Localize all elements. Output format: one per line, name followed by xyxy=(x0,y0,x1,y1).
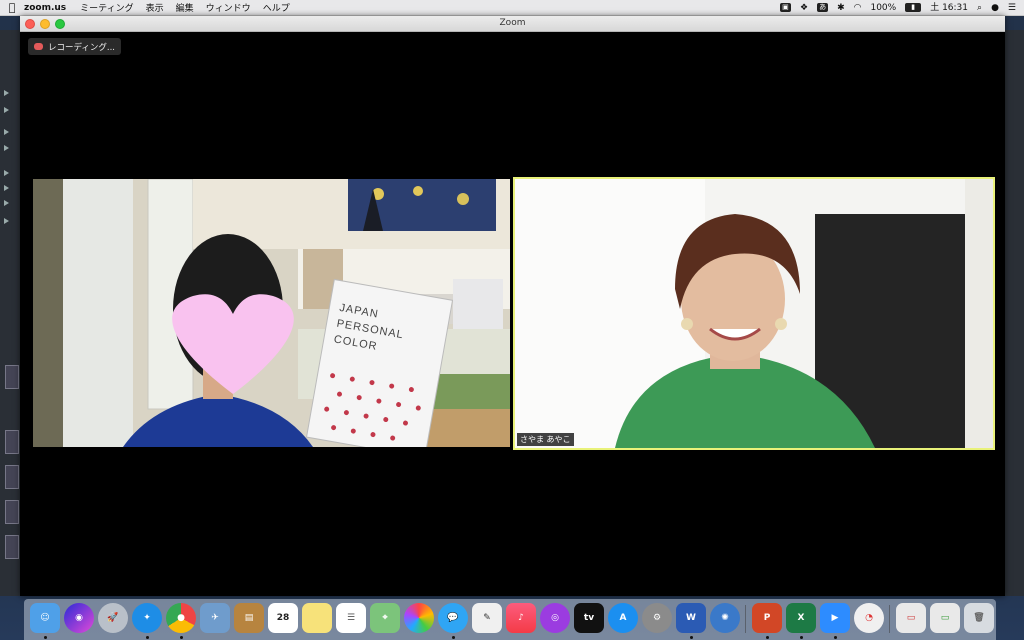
chrome-icon[interactable]: ● xyxy=(166,603,196,633)
participant-name-label: さやま あやこ xyxy=(517,433,574,446)
messages-icon[interactable]: 💬 xyxy=(438,603,468,633)
maps-icon[interactable]: ⌖ xyxy=(370,603,400,633)
dock: ☺ ◉ 🚀 ✦ ● ✈ ▤ 28 ☰ ⌖ 💬 ✎ ♪ ◎ tv A ⚙ W ✺ … xyxy=(24,599,996,640)
minimized-window-1[interactable]: ▭ xyxy=(896,603,926,633)
zoom-app-icon[interactable]: ▶ xyxy=(820,603,850,633)
thumbnail xyxy=(5,535,19,559)
calendar-icon[interactable]: 28 xyxy=(268,603,298,633)
menu-view[interactable]: 表示 xyxy=(146,1,164,14)
network-icon[interactable]: ✺ xyxy=(710,603,740,633)
participant-video-1[interactable]: JAPAN PERSONAL COLOR xyxy=(33,179,510,447)
dock-separator xyxy=(745,605,746,633)
excel-icon[interactable]: X xyxy=(786,603,816,633)
apple-tv-icon[interactable]: tv xyxy=(574,603,604,633)
participant-video-2[interactable]: さやま あやこ xyxy=(513,177,995,450)
disclosure-triangle-icon xyxy=(4,218,9,224)
safari-icon[interactable]: ✦ xyxy=(132,603,162,633)
thumbnail xyxy=(5,465,19,489)
notes-icon[interactable] xyxy=(302,603,332,633)
running-indicator xyxy=(452,636,455,639)
video-frame: JAPAN PERSONAL COLOR xyxy=(33,179,510,447)
activity-monitor-icon[interactable]: ◔ xyxy=(854,603,884,633)
user-avatar-icon[interactable]: ● xyxy=(991,2,999,14)
video-frame xyxy=(515,179,993,448)
calendar-date: 28 xyxy=(276,613,290,623)
background-app-left xyxy=(0,30,20,596)
battery-percent: 100% xyxy=(870,2,897,13)
running-indicator xyxy=(44,636,47,639)
preview-icon[interactable]: ✈ xyxy=(200,603,230,633)
trash-icon[interactable]: 🗑 xyxy=(964,603,994,633)
background-app-right xyxy=(1004,30,1024,596)
recording-label: レコーディング... xyxy=(48,42,116,53)
notebooks-icon[interactable]: ▤ xyxy=(234,603,264,633)
running-indicator xyxy=(834,636,837,639)
disclosure-triangle-icon xyxy=(4,170,9,176)
menu-bar:  zoom.us ミーティング 表示 編集 ウィンドウ ヘルプ ▣ ❖ あ ✱… xyxy=(0,0,1024,16)
spotlight-search-icon[interactable]: ⌕ xyxy=(977,2,982,14)
reminders-icon[interactable]: ☰ xyxy=(336,603,366,633)
textedit-icon[interactable]: ✎ xyxy=(472,603,502,633)
recording-indicator[interactable]: レコーディング... xyxy=(28,38,122,55)
launchpad-icon[interactable]: 🚀 xyxy=(98,603,128,633)
window-title: Zoom xyxy=(499,18,526,28)
app-store-icon[interactable]: A xyxy=(608,603,638,633)
menu-app-name[interactable]: zoom.us xyxy=(24,3,66,13)
running-indicator xyxy=(690,636,693,639)
running-indicator xyxy=(180,636,183,639)
disclosure-triangle-icon xyxy=(4,145,9,151)
dropbox-icon[interactable]: ❖ xyxy=(800,2,808,14)
finder-icon[interactable]: ☺ xyxy=(30,603,60,633)
dock-separator xyxy=(889,605,890,633)
thumbnail xyxy=(5,430,19,454)
running-indicator xyxy=(766,636,769,639)
notification-center-icon[interactable]: ☰ xyxy=(1008,2,1016,14)
running-indicator xyxy=(800,636,803,639)
disclosure-triangle-icon xyxy=(4,90,9,96)
disclosure-triangle-icon xyxy=(4,185,9,191)
running-indicator xyxy=(146,636,149,639)
clock[interactable]: 土 16:31 xyxy=(930,2,968,14)
zoom-window: Zoom レコーディング... JAPAN PERSONAL COLOR さやま… xyxy=(20,16,1005,596)
disclosure-triangle-icon xyxy=(4,129,9,135)
menu-help[interactable]: ヘルプ xyxy=(263,1,290,14)
system-preferences-icon[interactable]: ⚙ xyxy=(642,603,672,633)
menu-window[interactable]: ウィンドウ xyxy=(206,1,251,14)
photos-icon[interactable] xyxy=(404,603,434,633)
word-icon[interactable]: W xyxy=(676,603,706,633)
battery-icon[interactable]: ▮ xyxy=(905,3,922,12)
powerpoint-icon[interactable]: P xyxy=(752,603,782,633)
thumbnail xyxy=(5,365,19,389)
music-icon[interactable]: ♪ xyxy=(506,603,536,633)
thumbnail xyxy=(5,500,19,524)
apple-menu-icon[interactable]:  xyxy=(0,1,24,14)
disclosure-triangle-icon xyxy=(4,200,9,206)
menu-meeting[interactable]: ミーティング xyxy=(80,1,133,14)
zoom-status-icon[interactable]: ▣ xyxy=(779,3,791,12)
minimized-window-2[interactable]: ▭ xyxy=(930,603,960,633)
bluetooth-icon[interactable]: ✱ xyxy=(837,2,845,14)
menu-edit[interactable]: 編集 xyxy=(176,1,194,14)
disclosure-triangle-icon xyxy=(4,107,9,113)
wifi-icon[interactable]: ◠ xyxy=(854,2,862,14)
podcasts-icon[interactable]: ◎ xyxy=(540,603,570,633)
cloud-recording-icon xyxy=(34,43,43,50)
input-method-icon[interactable]: あ xyxy=(817,3,829,12)
siri-icon[interactable]: ◉ xyxy=(64,603,94,633)
title-bar: Zoom xyxy=(20,16,1005,32)
